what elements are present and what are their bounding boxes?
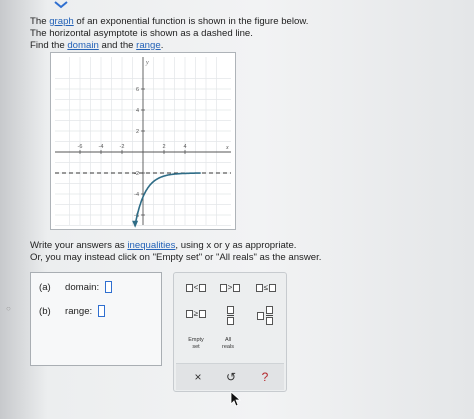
side-marker: ○ [6,304,11,313]
less-equal-button[interactable]: ≤ [252,283,280,292]
domain-link[interactable]: domain [67,40,98,51]
greater-than-button[interactable]: > [216,283,244,292]
domain-row: (a) domain: [39,281,113,293]
mouse-cursor-icon [230,391,242,407]
question-prompt: The graph of an exponential function is … [30,16,308,51]
instructions-line-2: Or, you may instead click on "Empty set"… [30,251,322,263]
y-tick-label: 4 [136,108,139,114]
instructions-line-1: Write your answers as inequalities, usin… [30,240,297,251]
less-than-button[interactable]: < [182,283,210,292]
inequalities-link[interactable]: inequalities [127,240,175,251]
range-label: range: [65,305,93,317]
exponential-curve [134,172,201,225]
x-tick-label: 4 [183,144,186,150]
page: The graph of an exponential function is … [0,0,474,419]
palette-toolbar: × ↺ ? [176,363,284,390]
help-button[interactable]: ? [256,368,274,386]
fraction-button[interactable] [222,306,238,325]
undo-button[interactable]: ↺ [222,368,240,386]
clear-button[interactable]: × [189,368,207,386]
greater-equal-button[interactable]: ≥ [182,309,210,318]
empty-set-button[interactable]: Empty set [182,337,210,350]
all-reals-button[interactable]: All reals [214,337,242,350]
curve-arrow [132,220,139,228]
range-input[interactable] [98,305,106,317]
y-tick-label: 6 [136,87,139,93]
x-tick-label: 2 [162,144,165,150]
range-link[interactable]: range [136,40,161,51]
mixed-number-button[interactable] [254,306,276,325]
y-tick-label: -2 [134,171,139,177]
domain-label: domain: [65,281,100,293]
range-row: (b) range: [39,305,106,317]
domain-input[interactable] [105,281,113,293]
y-tick-label: -4 [134,192,139,198]
prompt-line-1: The graph of an exponential function is … [30,16,309,27]
math-palette: < > ≤ ≥ Empty set All reals × ↺ ? [173,272,287,392]
instructions: Write your answers as inequalities, usin… [30,240,321,264]
part-b-label: (b) [39,305,51,317]
prompt-line-3: Find the domain and the range. [30,39,164,51]
prompt-line-2: The horizontal asymptote is shown as a d… [30,27,253,39]
exponential-graph: -6 -4 -2 2 4642-2-4-6xy [55,57,231,228]
y-axis-label: y [145,60,149,66]
part-a-label: (a) [39,281,51,293]
graph-panel: -6 -4 -2 2 4 6 4 2 -2 -4 -6 x y [50,52,236,230]
y-tick-label: 2 [136,129,139,135]
x-axis-label: x [225,145,229,151]
x-tick-label: -6 [78,144,83,150]
x-tick-label: -4 [99,144,104,150]
answer-panel: (a) domain: (b) range: [30,272,162,366]
x-tick-label: -2 [120,144,125,150]
graph-link[interactable]: graph [49,16,74,27]
chevron-down-icon[interactable] [52,0,70,10]
